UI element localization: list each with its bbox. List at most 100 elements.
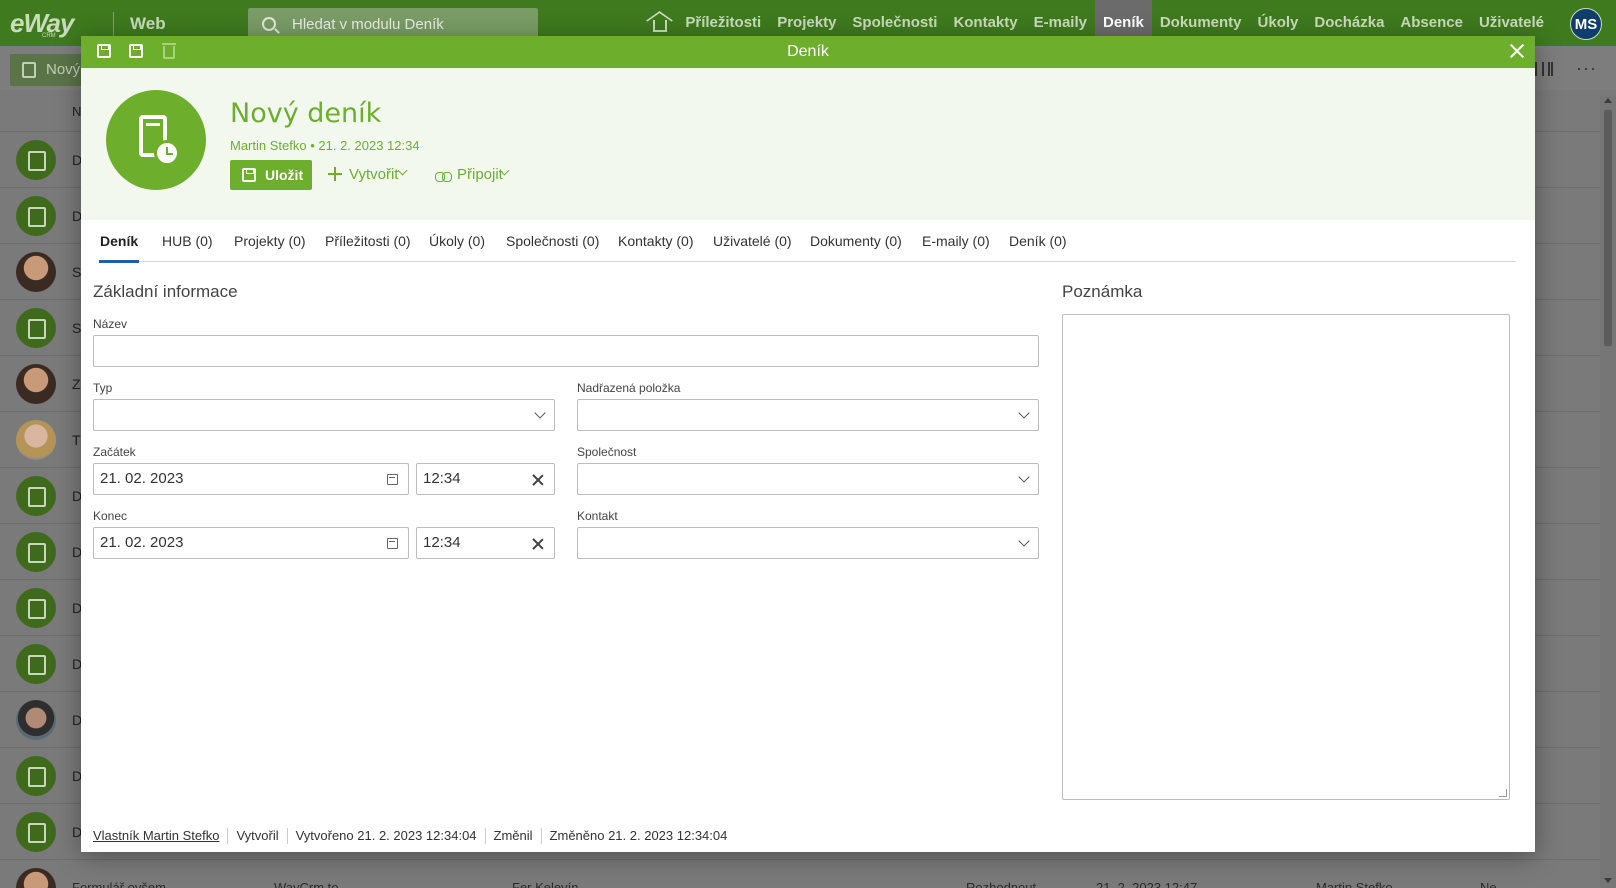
journal-record-icon bbox=[106, 90, 206, 190]
app-logo-sub: CRM bbox=[42, 33, 56, 39]
close-icon[interactable] bbox=[1509, 43, 1525, 59]
tab-denik[interactable]: Deník bbox=[98, 230, 140, 263]
search-placeholder: Hledat v modulu Deník bbox=[292, 15, 444, 33]
parent-item-label: Nadřazená položka bbox=[577, 381, 681, 395]
scroll-down-icon[interactable] bbox=[1604, 878, 1612, 883]
list-item-title: S bbox=[72, 320, 82, 336]
contact-select[interactable] bbox=[577, 527, 1039, 559]
list-cell: Martin Stefko bbox=[1316, 880, 1393, 888]
list-cell: Fer Kelevín bbox=[512, 880, 579, 888]
end-date-input[interactable]: 21. 02. 2023 bbox=[93, 527, 409, 559]
note-textarea[interactable] bbox=[1062, 314, 1510, 800]
list-header-name[interactable]: N bbox=[72, 104, 81, 119]
end-date-value: 21. 02. 2023 bbox=[100, 534, 184, 551]
calendar-icon[interactable] bbox=[387, 474, 398, 485]
company-select[interactable] bbox=[577, 463, 1039, 495]
create-dropdown-button[interactable]: Vytvořit bbox=[349, 166, 398, 183]
plus-icon bbox=[328, 167, 342, 181]
new-record-button[interactable]: Nový bbox=[10, 54, 90, 86]
journal-icon bbox=[16, 812, 56, 852]
record-footer: Vlastník Martin Stefko Vytvořil Vytvořen… bbox=[93, 826, 735, 846]
journal-icon bbox=[16, 588, 56, 628]
owner-link[interactable]: Vlastník Martin Stefko bbox=[93, 828, 227, 844]
list-cell: 21. 2. 2023 12:47 bbox=[1096, 880, 1198, 888]
resize-handle[interactable] bbox=[1499, 789, 1507, 797]
tab-kontakty[interactable]: Kontakty (0) bbox=[618, 230, 693, 262]
home-icon bbox=[653, 20, 668, 32]
section-note-title: Poznámka bbox=[1062, 282, 1143, 301]
start-time-value: 12:34 bbox=[423, 470, 461, 487]
start-time-input[interactable]: 12:34 bbox=[416, 463, 555, 495]
end-label: Konec bbox=[93, 509, 128, 523]
tab-ukoly[interactable]: Úkoly (0) bbox=[429, 230, 485, 262]
avatar bbox=[16, 364, 56, 404]
scroll-up-icon[interactable] bbox=[1604, 98, 1612, 103]
journal-icon bbox=[16, 476, 56, 516]
avatar bbox=[16, 700, 56, 740]
start-date-input[interactable]: 21. 02. 2023 bbox=[93, 463, 409, 495]
attach-dropdown-button[interactable]: Připojit bbox=[457, 166, 503, 183]
clear-icon[interactable] bbox=[532, 538, 544, 550]
avatar bbox=[16, 420, 56, 460]
list-cell: WayCrm to bbox=[274, 880, 339, 888]
contact-label: Kontakt bbox=[577, 509, 618, 523]
chevron-down-icon bbox=[397, 165, 408, 176]
name-label: Název bbox=[93, 317, 128, 331]
created-by: Vytvořil bbox=[227, 828, 286, 844]
save-button-label: Uložit bbox=[265, 167, 304, 183]
web-label: Web bbox=[130, 14, 166, 33]
logo-divider bbox=[113, 12, 114, 36]
record-author: Martin Stefko bbox=[230, 138, 307, 153]
journal-icon bbox=[16, 140, 56, 180]
save-disk-icon bbox=[242, 168, 256, 182]
avatar bbox=[16, 868, 56, 888]
save-icon[interactable] bbox=[97, 44, 111, 58]
list-cell: Ne bbox=[1480, 880, 1497, 888]
section-basic-info-title: Základní informace bbox=[93, 282, 238, 301]
list-item-title: S bbox=[72, 264, 82, 280]
tab-dokumenty[interactable]: Dokumenty (0) bbox=[810, 230, 902, 262]
clear-icon[interactable] bbox=[532, 474, 544, 486]
save-button[interactable]: Uložit bbox=[230, 160, 312, 190]
journal-icon bbox=[16, 644, 56, 684]
calendar-icon[interactable] bbox=[387, 538, 398, 549]
dialog-titlebar: Deník bbox=[81, 36, 1535, 68]
list-item-title: Z bbox=[72, 376, 81, 392]
modified-at: Změněno 21. 2. 2023 12:34:04 bbox=[540, 828, 736, 844]
parent-item-select[interactable] bbox=[577, 399, 1039, 431]
start-label: Začátek bbox=[93, 445, 136, 459]
new-journal-icon bbox=[22, 62, 36, 78]
link-icon bbox=[435, 172, 452, 182]
tab-spolecnosti[interactable]: Společnosti (0) bbox=[506, 230, 599, 262]
list-cell: Rozhodnout bbox=[966, 880, 1037, 888]
more-options-icon[interactable]: ··· bbox=[1576, 58, 1597, 79]
modified-by: Změnil bbox=[484, 828, 541, 844]
trash-icon bbox=[162, 43, 176, 59]
tab-projekty[interactable]: Projekty (0) bbox=[234, 230, 306, 262]
search-icon bbox=[262, 17, 276, 31]
record-created-at: 21. 2. 2023 12:34 bbox=[318, 138, 420, 153]
end-time-input[interactable]: 12:34 bbox=[416, 527, 555, 559]
chevron-down-icon bbox=[1018, 471, 1030, 483]
list-item-title: T bbox=[72, 432, 81, 448]
journal-icon bbox=[16, 196, 56, 236]
record-tabs: Deník HUB (0) Projekty (0) Příležitosti … bbox=[98, 230, 1516, 263]
tab-denik-related[interactable]: Deník (0) bbox=[1009, 230, 1067, 262]
type-label: Typ bbox=[93, 381, 113, 395]
chevron-down-icon bbox=[1018, 407, 1030, 419]
columns-icon[interactable] bbox=[1535, 62, 1553, 76]
end-time-value: 12:34 bbox=[423, 534, 461, 551]
new-record-label: Nový bbox=[46, 61, 81, 78]
tab-hub[interactable]: HUB (0) bbox=[162, 230, 213, 262]
tab-emaily[interactable]: E-maily (0) bbox=[922, 230, 990, 262]
tab-prilezitosti[interactable]: Příležitosti (0) bbox=[325, 230, 411, 262]
type-select[interactable] bbox=[93, 399, 555, 431]
tab-uzivatele[interactable]: Uživatelé (0) bbox=[713, 230, 792, 262]
name-input[interactable] bbox=[93, 335, 1039, 367]
chevron-down-icon bbox=[1018, 535, 1030, 547]
dialog-title: Deník bbox=[787, 43, 829, 60]
user-avatar[interactable]: MS bbox=[1570, 8, 1602, 40]
save-and-close-icon[interactable] bbox=[129, 44, 143, 58]
record-title: Nový deník bbox=[230, 98, 382, 129]
list-scrollbar-thumb[interactable] bbox=[1604, 110, 1612, 346]
